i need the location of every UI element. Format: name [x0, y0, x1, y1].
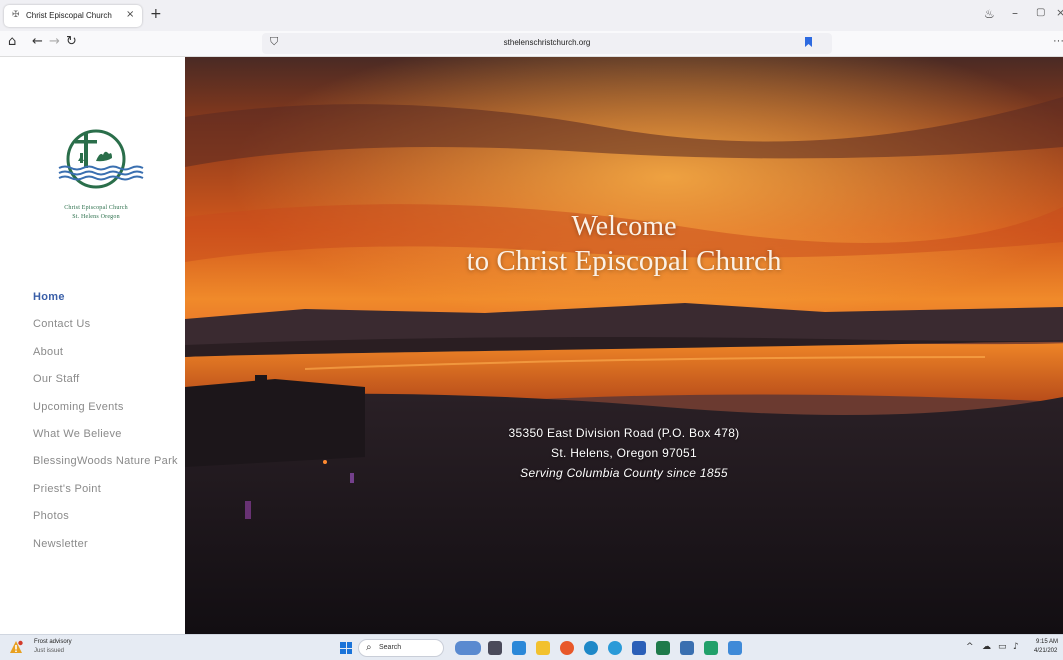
sunset-river-background-image — [185, 57, 1063, 634]
clock-date[interactable]: 4/21/202 — [1034, 648, 1057, 654]
search-icon: ⌕ — [366, 642, 372, 653]
church-favicon-icon: ✠ — [12, 10, 20, 20]
tab-title: Christ Episcopal Church — [26, 11, 112, 20]
nav-item-priests-point[interactable]: Priest's Point — [33, 483, 178, 510]
weather-subtitle[interactable]: Just issued — [34, 648, 64, 654]
tagline: Serving Columbia County since 1855 — [520, 466, 728, 480]
nav-item-contact-us[interactable]: Contact Us — [33, 318, 178, 345]
close-tab-icon[interactable]: × — [126, 9, 134, 20]
chevron-up-icon[interactable]: ^ — [966, 642, 974, 652]
taskbar-search[interactable]: ⌕ Search — [358, 639, 444, 657]
address-line1: 35350 East Division Road (P.O. Box 478) — [508, 426, 740, 440]
browser-navbar: ⌂ ← → ↻ ⛉ sthelenschristchurch.org ··· — [0, 31, 1063, 57]
widgets-icon[interactable] — [455, 641, 481, 655]
word-icon[interactable] — [632, 641, 646, 655]
address-bar[interactable]: ⛉ sthelenschristchurch.org — [262, 33, 832, 54]
web-page: Christ Episcopal Church St. Helens Orego… — [0, 57, 1063, 634]
home-icon[interactable]: ⌂ — [8, 34, 16, 49]
nav-item-newsletter[interactable]: Newsletter — [33, 538, 178, 565]
address-line2: St. Helens, Oregon 97051 — [551, 446, 697, 460]
calendar-icon[interactable] — [680, 641, 694, 655]
edge-icon[interactable] — [584, 641, 598, 655]
publisher-icon[interactable] — [704, 641, 718, 655]
firefox-icon[interactable] — [560, 641, 574, 655]
search-placeholder: Search — [379, 644, 402, 651]
church-logo[interactable]: Christ Episcopal Church St. Helens Orego… — [33, 115, 159, 241]
hero-title-line2: to Christ Episcopal Church — [466, 245, 782, 277]
site-navigation: Home Contact Us About Our Staff Upcoming… — [33, 291, 178, 565]
weather-alert-icon[interactable] — [9, 640, 23, 654]
file-explorer-icon[interactable] — [536, 641, 550, 655]
browser-tab-strip: ✠ Christ Episcopal Church × + ♨ – ▢ × — [0, 0, 1063, 31]
taskbar: Frost advisory Just issued ⌕ Search ^ ☁ … — [0, 634, 1063, 660]
mail-icon[interactable] — [512, 641, 526, 655]
weather-title[interactable]: Frost advisory — [34, 639, 72, 645]
logo-location: St. Helens Oregon — [72, 214, 120, 220]
minimize-icon[interactable]: – — [1012, 6, 1018, 20]
hero-address: 35350 East Division Road (P.O. Box 478) … — [185, 423, 1063, 483]
restore-icon[interactable]: ▢ — [1036, 7, 1045, 18]
url-text[interactable]: sthelenschristchurch.org — [262, 38, 832, 47]
cross-and-water-logo-icon — [33, 115, 159, 205]
network-icon[interactable]: ▭ — [998, 642, 1007, 652]
excel-icon[interactable] — [656, 641, 670, 655]
windows-start-icon[interactable] — [340, 642, 352, 654]
chrome-icon[interactable] — [608, 641, 622, 655]
clock-time[interactable]: 9:15 AM — [1036, 639, 1058, 645]
reload-icon[interactable]: ↻ — [66, 34, 77, 49]
forward-icon[interactable]: → — [49, 34, 60, 49]
nav-item-photos[interactable]: Photos — [33, 510, 178, 537]
nav-item-home[interactable]: Home — [33, 291, 178, 318]
hero-title: Welcome to Christ Episcopal Church — [185, 210, 1063, 278]
nav-item-our-staff[interactable]: Our Staff — [33, 373, 178, 400]
hero-title-line1: Welcome — [571, 211, 677, 242]
window-close-icon[interactable]: × — [1056, 6, 1063, 19]
nav-item-about[interactable]: About — [33, 346, 178, 373]
photos-icon[interactable] — [728, 641, 742, 655]
volume-icon[interactable]: ♪ — [1013, 642, 1019, 652]
hero-banner: Welcome to Christ Episcopal Church 35350… — [185, 57, 1063, 634]
more-menu-icon[interactable]: ··· — [1053, 35, 1063, 47]
nav-item-upcoming-events[interactable]: Upcoming Events — [33, 401, 178, 428]
new-tab-icon[interactable]: + — [150, 6, 162, 22]
nav-item-what-we-believe[interactable]: What We Believe — [33, 428, 178, 455]
logo-church-name: Christ Episcopal Church — [64, 205, 128, 211]
browser-tab[interactable]: ✠ Christ Episcopal Church × — [4, 5, 142, 27]
back-icon[interactable]: ← — [32, 34, 43, 49]
onedrive-cloud-icon[interactable]: ☁ — [982, 642, 991, 652]
task-view-icon[interactable] — [488, 641, 502, 655]
flame-icon[interactable]: ♨ — [984, 7, 995, 21]
nav-item-blessingwoods[interactable]: BlessingWoods Nature Park — [33, 455, 178, 482]
sidebar: Christ Episcopal Church St. Helens Orego… — [0, 57, 185, 634]
